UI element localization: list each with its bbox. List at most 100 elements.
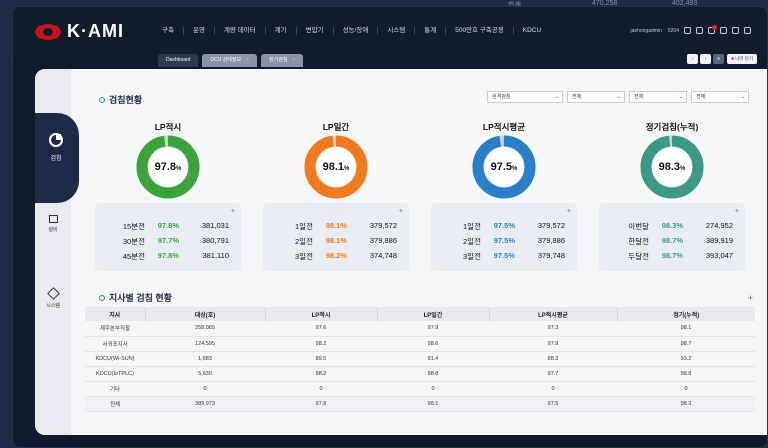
username[interactable]: jaehongadmin [630,28,661,34]
stats-percent: 98.1% [325,236,347,245]
table-cell: 97.5 [489,396,617,412]
table-row[interactable]: 전체 389,973 97.8 98.1 97.5 98.3 [85,396,755,412]
stats-count: 381,031 [201,221,229,230]
tab-next-button[interactable]: › [700,54,712,64]
filter-value: 전체 [572,94,582,100]
tab-label: DCU 상태정보 [210,57,242,63]
stats-row: 두달전 98.7% 393,047 [599,251,745,262]
app-window: K·AMI 구축 운영 계량 데이터 계기 변압기 성능/장애 시스템 통계 500만호 구축공… [12,6,768,448]
table-row[interactable]: 서귀포지사 124,595 98.2 98.6 97.9 98.7 [85,336,755,352]
table-row[interactable]: KDCU(IoTPLC) 5,630 98.2 98.8 97.7 98.8 [85,366,755,382]
bell-icon[interactable] [708,25,717,34]
filter-select-2[interactable]: 전체 ⌄ [629,91,687,103]
menu-item[interactable]: 계량 데이터 [215,27,266,35]
table-header-cell: 대상(호) [145,307,266,321]
stats-label: 두달전 [628,252,649,261]
table-cell: 97.9 [489,336,617,352]
menu-item[interactable]: KDCU [514,27,550,35]
stats-row: 2일전 97.5% 379,886 [431,236,577,247]
table-header-cell: 정기(누적) [617,307,755,321]
stats-count: 379,572 [369,221,397,230]
stats-count: 379,748 [537,251,565,260]
stats-label: 45분전 [122,252,145,261]
table-header-row: 지사 대상(호) LP적시 LP일간 LP적시평균 정기(누적) [85,307,755,321]
donut-chart: 98.3% [640,135,704,204]
menu-item[interactable]: 통계 [415,27,447,35]
table-cell: 0 [377,381,489,397]
menu-item[interactable]: 변압기 [297,27,334,35]
table-cell: 5,630 [145,366,265,382]
stats-row: 한달전 98.7% 389,919 [599,236,745,247]
filter-select-3[interactable]: 전체 ⌄ [691,91,749,103]
menu-item[interactable]: 성능/장애 [334,27,379,35]
stats-label: 1일전 [463,222,481,231]
stats-label: 이번달 [628,222,649,231]
menu-item[interactable]: 500만호 구축공정 [446,27,514,35]
bullet-icon [99,96,105,103]
stats-label: 2일전 [295,237,313,246]
filter-bar: 원격검침 ⌄ 전체 ⌄ 전체 ⌄ 전체 ⌄ [483,91,749,103]
table-row[interactable]: 제주본부직할 258,065 97.6 97.9 97.3 98.1 [85,321,755,337]
card-title: LP적시 [154,122,182,132]
table-cell: 제주본부직할 [85,321,145,337]
donut-value: 97.8% [136,135,200,199]
monitor-icon [48,215,58,223]
expand-plus-icon[interactable]: + [399,208,403,215]
utility-bar: jaehongadmin 5204 [624,25,751,34]
tab[interactable]: DCU 상태정보 × [202,54,258,67]
cube-icon [46,287,60,300]
menu-item[interactable]: 운영 [184,27,215,35]
gear-icon[interactable] [720,27,727,34]
section-title-branch: 지사별 검침 현황 [99,291,172,304]
donut-value: 98.1% [304,135,368,199]
donut-value-number: 98.1 [322,161,345,173]
table-row[interactable]: 기타 0 0 0 0 0 [85,381,755,397]
main-menu: 구축 운영 계량 데이터 계기 변압기 성능/장애 시스템 통계 500만호 구축공정 KDCU [153,27,550,35]
expand-plus-icon[interactable]: + [567,208,571,215]
close-other-tabs-button[interactable]: ■ 나머 닫기 [727,54,757,64]
menu-item[interactable]: 시스템 [378,27,416,35]
table-cell: 98.8 [617,366,755,382]
table-cell: 0 [617,381,755,397]
stats-row: 1일전 97.5% 379,572 [431,221,577,232]
table-cell: 89.5 [265,351,377,367]
sitemap-icon[interactable] [684,27,691,34]
filter-select-1[interactable]: 전체 ⌄ [567,91,625,103]
tab[interactable]: 정기검침 × [261,54,304,67]
table-cell: 서귀포지사 [85,336,145,352]
filter-meter-type[interactable]: 원격검침 ⌄ [487,91,563,103]
table-cell: 124,595 [145,336,265,352]
download-icon[interactable] [696,27,703,34]
stats-percent: 97.8% [157,221,179,230]
branch-table: 지사 대상(호) LP적시 LP일간 LP적시평균 정기(누적) 제주본부직할 258,06… [85,307,755,412]
expand-plus-icon[interactable]: + [231,208,235,215]
sidebar-item-active[interactable]: 검침 [35,113,79,203]
donut-chart: 98.1% [304,135,368,204]
close-icon[interactable]: × [292,57,295,63]
tab-list-button[interactable]: ≡ [713,54,725,64]
menu-item[interactable]: 계기 [266,27,297,35]
stats-row: 2일전 98.1% 379,886 [263,236,409,247]
close-icon[interactable]: × [246,57,249,63]
tab-label: Dashboard [166,57,191,63]
pie-chart-icon [49,133,63,147]
power-icon[interactable] [732,27,739,34]
table-cell: 98.1 [377,396,489,412]
stats-percent: 98.2% [325,251,347,260]
expand-plus-icon[interactable]: + [748,293,753,303]
tab[interactable]: Dashboard [158,54,199,67]
menu-icon[interactable] [744,27,751,34]
stats-row: 3일전 97.5% 379,748 [431,251,577,262]
logo[interactable]: K·AMI [35,21,124,42]
sidebar-item-system[interactable]: 시스템 [35,287,71,309]
table-cell: 91.4 [377,351,489,367]
donut-value-unit: % [176,166,182,172]
bullet-icon [99,294,105,301]
sidebar-item-facility[interactable]: 설비 [35,215,71,233]
tab-prev-button[interactable]: ‹ [687,54,699,64]
table-cell: KDCU(Wi-SUN) [85,351,145,367]
table-row[interactable]: KDCU(Wi-SUN) 1,683 89.5 91.4 88.3 93.2 [85,351,755,367]
table-cell: 389,973 [145,396,265,412]
menu-item[interactable]: 구축 [153,27,184,35]
expand-plus-icon[interactable]: + [735,208,739,215]
